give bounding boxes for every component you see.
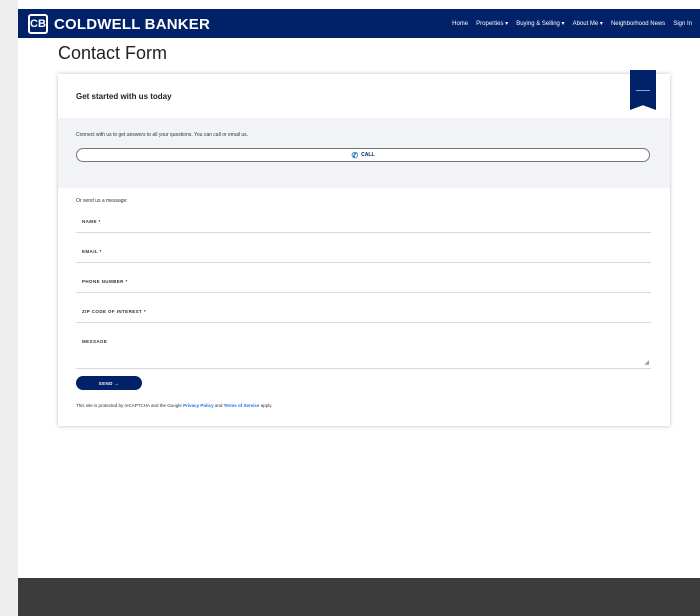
footer <box>18 578 700 616</box>
bookmark-ribbon-icon <box>630 70 656 110</box>
nav-properties[interactable]: Properties ▾ <box>476 20 508 27</box>
call-section: Connect with us to get answers to all yo… <box>58 118 670 188</box>
page-title: Contact Form <box>58 43 168 63</box>
nav-neighborhood-news[interactable]: Neighborhood News <box>611 21 665 27</box>
card-title: Get started with us today <box>76 92 172 101</box>
call-button-label: CALL <box>361 152 375 158</box>
cb-logo-icon: CB <box>28 14 48 34</box>
brand-logo[interactable]: CB COLDWELL BANKER <box>28 14 210 34</box>
recaptcha-prefix: This site is protected by reCAPTCHA and … <box>76 403 184 408</box>
ribbon-line <box>636 90 650 91</box>
phone-icon: ✆ <box>351 150 359 160</box>
recaptcha-and: and <box>213 403 224 408</box>
card-header: Get started with us today <box>58 70 670 118</box>
terms-of-service-link[interactable]: Terms of Service <box>224 403 260 408</box>
privacy-policy-link[interactable]: Privacy Policy <box>183 403 214 408</box>
nav-home[interactable]: Home <box>452 21 468 27</box>
name-field[interactable]: NAME * <box>76 212 651 233</box>
phone-number-field-label: PHONE NUMBER * <box>82 279 128 284</box>
call-prompt: Connect with us to get answers to all yo… <box>76 132 249 138</box>
nav-about-me[interactable]: About Me ▾ <box>573 20 603 27</box>
message-prompt: Or send us a message: <box>76 198 128 204</box>
recaptcha-notice: This site is protected by reCAPTCHA and … <box>76 403 272 408</box>
nav-sign-in[interactable]: Sign In <box>673 21 692 27</box>
email-field[interactable]: EMAIL * <box>76 242 651 263</box>
send-button[interactable]: SEND → <box>76 376 142 390</box>
resize-handle-icon[interactable]: ◢ <box>644 359 649 366</box>
contact-form-card: Get started with us today Connect with u… <box>58 70 670 426</box>
main-nav: Home Properties ▾ Buying & Selling ▾ Abo… <box>452 9 692 38</box>
recaptcha-suffix: apply. <box>259 403 273 408</box>
name-field-label: NAME * <box>82 219 101 224</box>
phone-number-field[interactable]: PHONE NUMBER * <box>76 272 651 293</box>
nav-buying-selling[interactable]: Buying & Selling ▾ <box>516 20 564 27</box>
brand-name: COLDWELL BANKER <box>54 15 211 33</box>
email-field-label: EMAIL * <box>82 249 102 254</box>
zip-code-field[interactable]: ZIP CODE OF INTEREST * <box>76 302 651 323</box>
message-field-label: MESSAGE <box>82 339 108 344</box>
zip-code-field-label: ZIP CODE OF INTEREST * <box>82 309 146 314</box>
message-field[interactable]: MESSAGE ◢ <box>76 332 651 369</box>
call-button[interactable]: ✆ CALL <box>76 148 650 162</box>
top-navigation-bar: CB COLDWELL BANKER Home Properties ▾ Buy… <box>18 9 700 38</box>
